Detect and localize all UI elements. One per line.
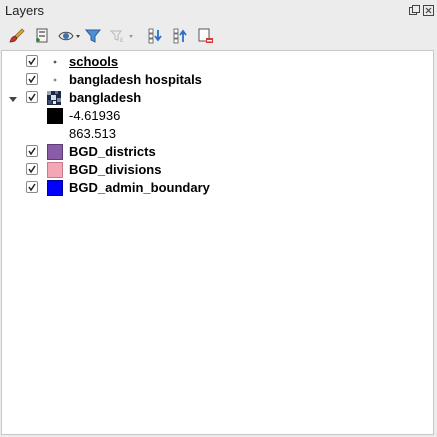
expression-filter-icon[interactable]: ε [108, 25, 136, 47]
panel-title: Layers [5, 3, 45, 18]
collapse-all-icon[interactable] [169, 25, 191, 47]
point-symbol-icon [47, 54, 63, 70]
color-ramp-swatch [47, 126, 63, 142]
close-panel-icon[interactable] [423, 5, 434, 16]
float-panel-icon[interactable] [409, 5, 420, 16]
layer-visibility-checkbox[interactable] [26, 73, 38, 85]
layer-label: BGD_divisions [69, 162, 162, 177]
layer-label: bangladesh [69, 90, 142, 105]
layer-item-bgd-districts[interactable]: BGD_districts [2, 143, 433, 161]
layer-visibility-checkbox[interactable] [26, 181, 38, 193]
remove-layer-icon[interactable] [194, 25, 216, 47]
layer-tree[interactable]: schools bangladesh hospitals bangladesh … [1, 50, 434, 435]
layer-label: bangladesh hospitals [69, 72, 202, 87]
legend-label: 863.513 [69, 126, 116, 141]
funnel-icon[interactable] [82, 25, 104, 47]
layer-label: schools [69, 54, 119, 69]
raster-layer-icon [47, 91, 61, 105]
add-group-icon[interactable] [31, 25, 53, 47]
legend-item-min: -4.61936 [2, 107, 433, 125]
fill-symbol-swatch [47, 144, 63, 160]
layer-item-bgd-divisions[interactable]: BGD_divisions [2, 161, 433, 179]
layer-visibility-checkbox[interactable] [26, 55, 38, 67]
svg-text:ε: ε [120, 35, 124, 44]
fill-symbol-swatch [47, 162, 63, 178]
paintbrush-icon[interactable] [6, 25, 28, 47]
layer-item-schools[interactable]: schools [2, 53, 433, 71]
panel-titlebar: Layers [0, 0, 437, 22]
point-symbol-icon [47, 72, 63, 88]
layer-visibility-checkbox[interactable] [26, 91, 38, 103]
eye-icon[interactable] [57, 25, 83, 47]
legend-label: -4.61936 [69, 108, 121, 123]
layer-label: BGD_admin_boundary [69, 180, 210, 195]
layers-panel: Layers ε schools bangladesh hospitals ba… [0, 0, 437, 437]
layer-visibility-checkbox[interactable] [26, 163, 38, 175]
fill-symbol-swatch [47, 180, 63, 196]
layers-toolbar: ε [0, 22, 437, 50]
expand-all-icon[interactable] [144, 25, 166, 47]
layer-item-bangladesh-hospitals[interactable]: bangladesh hospitals [2, 71, 433, 89]
layer-visibility-checkbox[interactable] [26, 145, 38, 157]
layer-item-bangladesh[interactable]: bangladesh [2, 89, 433, 107]
legend-item-max: 863.513 [2, 125, 433, 143]
chevron-down-icon[interactable] [8, 92, 18, 102]
layer-label: BGD_districts [69, 144, 156, 159]
layer-item-bgd-admin-boundary[interactable]: BGD_admin_boundary [2, 179, 433, 197]
color-ramp-swatch [47, 108, 63, 124]
